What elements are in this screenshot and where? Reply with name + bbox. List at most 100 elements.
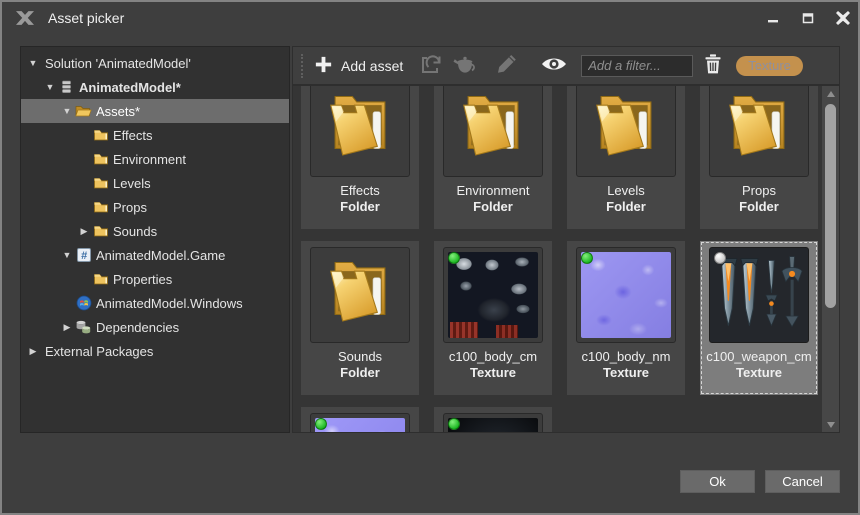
edit-asset-button[interactable] [495,53,519,78]
cancel-button[interactable]: Cancel [765,470,840,493]
asset-tile-partial[interactable] [301,407,419,433]
expander-icon[interactable]: ▼ [59,106,75,116]
svg-text:#: # [81,250,87,262]
clear-filter-button[interactable] [703,53,723,78]
expander-icon[interactable]: ▼ [42,82,58,92]
tree-item-label: External Packages [45,344,153,359]
add-sample-asset-button[interactable] [452,53,478,78]
tree-item-external-packages[interactable]: ▶ External Packages [21,339,289,363]
expander-icon[interactable]: ▶ [59,322,75,333]
tree-item-dependencies[interactable]: ▶ Dependencies [21,315,289,339]
window-controls [764,2,852,34]
grid-row: SoundsFolderc100_body_cmTexturec100_body… [301,241,818,395]
expander-icon[interactable]: ▼ [25,58,41,68]
window-title: Asset picker [48,10,124,26]
tree-item-label: Solution 'AnimatedModel' [45,56,191,71]
asset-tile-c100-weapon-cm[interactable]: c100_weapon_cmTexture [700,241,818,395]
folder-thumbnail [709,85,809,177]
asset-name: c100_body_nm [582,349,671,364]
close-button[interactable] [834,9,852,27]
texture-image [315,418,405,433]
asset-type: Texture [470,365,516,380]
app-logo-icon [13,9,37,27]
tree-item-animatedmodel-windows[interactable]: AnimatedModel.Windows [21,291,289,315]
tree-item-label: AnimatedModel.Windows [96,296,243,311]
folder-open-icon [75,103,92,119]
tree-item-solution-animatedmodel[interactable]: ▼ Solution 'AnimatedModel' [21,51,289,75]
expander-icon[interactable]: ▶ [25,346,41,357]
folder-thumbnail [310,247,410,343]
tree-item-sounds[interactable]: ▶ Sounds [21,219,289,243]
tree-item-label: Props [113,200,147,215]
tree-item-effects[interactable]: Effects [21,123,289,147]
tree-item-label: AnimatedModel.Game [96,248,225,263]
scroll-up-button[interactable] [822,86,839,101]
tree-item-label: Environment [113,152,186,167]
import-asset-button[interactable] [419,53,443,78]
folder-icon [92,223,109,239]
maximize-button[interactable] [799,9,817,27]
asset-name: Props [742,183,776,198]
asset-type: Folder [340,199,380,214]
solution-tree: ▼ Solution 'AnimatedModel' ▼AnimatedModel*… [20,46,290,433]
add-asset-button[interactable]: Add asset [313,54,403,78]
tree-item-properties[interactable]: Properties [21,267,289,291]
folder-icon [92,271,109,287]
toolbar-grip-handle[interactable] [301,54,304,78]
texture-image [581,252,671,338]
asset-tile-c100-body-nm[interactable]: c100_body_nmTexture [567,241,685,395]
grid-row: EffectsFolderEnvironmentFolderLevelsFold… [301,85,818,229]
filter-input[interactable] [581,55,693,77]
tree-item-animatedmodel-game[interactable]: ▼ # AnimatedModel.Game [21,243,289,267]
minimize-button[interactable] [764,9,782,27]
asset-type: Folder [606,199,646,214]
texture-thumbnail [576,247,676,343]
grid-row [301,407,552,433]
asset-tile-props[interactable]: PropsFolder [700,85,818,229]
windows-project-icon [75,295,92,311]
asset-type: Texture [736,365,782,380]
csharp-project-icon: # [75,247,92,263]
asset-tile-partial[interactable] [434,407,552,433]
asset-type: Texture [603,365,649,380]
tree-item-assets[interactable]: ▼Assets* [21,99,289,123]
asset-tile-levels[interactable]: LevelsFolder [567,85,685,229]
tree-item-label: Dependencies [96,320,179,335]
status-dot [315,418,327,430]
asset-type: Folder [340,365,380,380]
ok-button[interactable]: Ok [680,470,755,493]
asset-name: Levels [607,183,645,198]
expander-icon[interactable]: ▼ [59,250,75,260]
asset-tile-c100-body-cm[interactable]: c100_body_cmTexture [434,241,552,395]
folder-thumbnail [443,85,543,177]
asset-grid-content: EffectsFolderEnvironmentFolderLevelsFold… [293,86,822,432]
tree-item-environment[interactable]: Environment [21,147,289,171]
asset-tile-effects[interactable]: EffectsFolder [301,85,419,229]
filter-tag-texture[interactable]: Texture [736,56,803,76]
titlebar: Asset picker [2,2,858,34]
asset-name: Effects [340,183,380,198]
asset-tile-environment[interactable]: EnvironmentFolder [434,85,552,229]
pencil-icon [495,53,519,78]
asset-grid: EffectsFolderEnvironmentFolderLevelsFold… [292,85,840,433]
vertical-scrollbar[interactable] [822,86,839,432]
asset-name: c100_body_cm [449,349,537,364]
tree-item-label: Sounds [113,224,157,239]
tree-item-props[interactable]: Props [21,195,289,219]
asset-tile-sounds[interactable]: SoundsFolder [301,241,419,395]
eye-icon [540,54,568,77]
status-dot [581,252,593,264]
expander-icon[interactable]: ▶ [76,226,92,237]
tree-item-label: Levels [113,176,151,191]
trash-icon [703,53,723,78]
tree-item-levels[interactable]: Levels [21,171,289,195]
tree-item-label: Properties [113,272,172,287]
asset-toolbar: Add asset [292,46,840,85]
scroll-down-button[interactable] [822,417,839,432]
texture-thumbnail [310,413,410,433]
asset-type: Folder [473,199,513,214]
scrollbar-thumb[interactable] [825,104,836,308]
view-options-button[interactable] [540,54,568,77]
tree-item-animatedmodel[interactable]: ▼AnimatedModel* [21,75,289,99]
status-dot [714,252,726,264]
